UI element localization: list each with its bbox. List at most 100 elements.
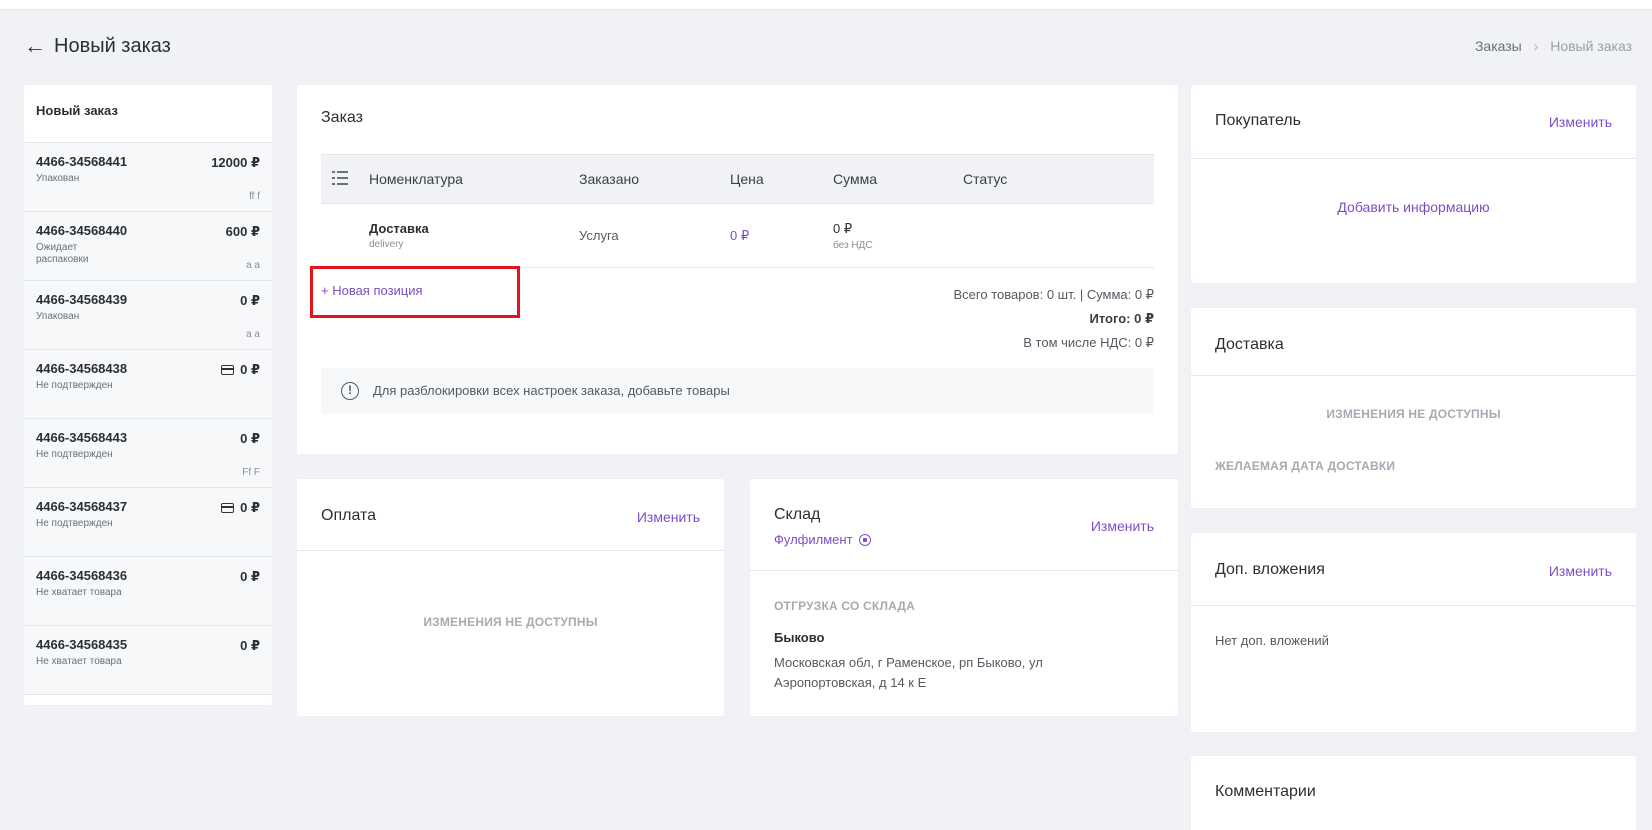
payment-title: Оплата (321, 507, 377, 524)
order-amount: 600 ₽ (226, 224, 260, 240)
order-tag: a a (246, 260, 260, 271)
delivery-unavailable: ИЗМЕНЕНИЯ НЕ ДОСТУПНЫ (1326, 407, 1501, 421)
column-header-nomenclature: Номенклатура (369, 171, 463, 187)
orders-list: 4466-34568441 12000 ₽ Упакован ff f 4466-345… (24, 143, 272, 695)
item-sum-note: без НДС (833, 240, 873, 251)
list-item[interactable]: 4466-34568441 12000 ₽ Упакован ff f (24, 143, 272, 212)
notice-text: Для разблокировки всех настроек заказа, … (373, 383, 730, 398)
item-name: Доставка (369, 221, 429, 236)
payment-change-button[interactable]: Изменить (637, 509, 700, 525)
list-item[interactable]: 4466-34568440 600 ₽ Ожидает распаковки a a (24, 212, 272, 281)
highlight-box (310, 266, 520, 318)
order-totals: Всего товаров: 0 шт. | Сумма: 0 ₽ Итого:… (954, 283, 1155, 355)
order-title: Заказ (321, 109, 363, 126)
order-amount-value: 0 ₽ (240, 431, 260, 446)
warehouse-address: Московская обл, г Раменское, рп Быково, … (774, 655, 1043, 690)
order-status: Не подтвержден (36, 380, 113, 391)
orders-sidebar: Новый заказ 4466-34568441 12000 ₽ Упакован… (24, 85, 272, 705)
attachments-change-button[interactable]: Изменить (1549, 563, 1612, 579)
order-amount: 0 ₽ (240, 431, 260, 447)
back-arrow-icon[interactable]: ← (24, 34, 46, 58)
order-number: 4466-34568438 (36, 361, 128, 376)
order-amount-value: 0 ₽ (240, 569, 260, 584)
buyer-title: Покупатель (1215, 112, 1301, 129)
credit-card-icon (221, 365, 235, 375)
order-amount-value: 0 ₽ (240, 362, 260, 377)
delivery-card: Доставка ИЗМЕНЕНИЯ НЕ ДОСТУПНЫ ЖЕЛАЕМАЯ … (1191, 308, 1636, 508)
order-amount-value: 0 ₽ (240, 638, 260, 653)
warehouse-type-label: Фулфилмент (774, 532, 853, 547)
totals-vat: В том числе НДС: 0 ₽ (1023, 335, 1154, 350)
order-status: Не хватает товара (36, 656, 122, 667)
list-item[interactable]: 4466-34568436 0 ₽ Не хватает товара (24, 557, 272, 626)
attachments-empty: Нет доп. вложений (1215, 633, 1329, 648)
sidebar-title: Новый заказ (24, 85, 272, 143)
stop-circle-icon (858, 534, 871, 546)
item-ordered: Услуга (579, 228, 619, 243)
order-table-header: Номенклатура Заказано Цена Сумма Статус (321, 154, 1154, 204)
item-code: delivery (369, 239, 404, 250)
order-tag: Ff F (242, 467, 260, 478)
order-status: Не подтвержден (36, 449, 113, 460)
add-info-link[interactable]: Добавить информацию (1191, 199, 1636, 215)
info-icon: ! (341, 382, 359, 400)
table-row: Доставка delivery Услуга 0 ₽ 0 ₽ без НДС (321, 204, 1154, 268)
warehouse-title: Склад (774, 506, 821, 523)
totals-grand: Итого: 0 ₽ (1089, 311, 1155, 326)
warehouse-change-button[interactable]: Изменить (1091, 518, 1154, 534)
comments-card: Комментарии (1191, 756, 1636, 830)
order-number: 4466-34568440 (36, 223, 128, 238)
item-price[interactable]: 0 ₽ (730, 228, 749, 244)
list-item[interactable]: 4466-34568443 0 ₽ Не подтвержден Ff F (24, 419, 272, 488)
breadcrumb-chevron-icon: › (1533, 38, 1539, 54)
totals-items-sum: Всего товаров: 0 шт. | Сумма: 0 ₽ (953, 287, 1155, 302)
order-status: Ожидает распаковки (36, 242, 89, 265)
list-item[interactable]: 4466-34568438 0 ₽ Не подтвержден (24, 350, 272, 419)
order-amount: 0 ₽ (221, 500, 260, 516)
order-amount: 0 ₽ (240, 293, 260, 309)
column-header-status: Статус (963, 171, 1008, 187)
comments-title: Комментарии (1215, 783, 1316, 800)
breadcrumb-link-orders[interactable]: Заказы (1475, 38, 1522, 54)
order-number: 4466-34568441 (36, 154, 128, 169)
buyer-header: Покупатель Изменить (1191, 85, 1636, 159)
buyer-card: Покупатель Изменить Добавить информацию (1191, 85, 1636, 283)
order-number: 4466-34568443 (36, 430, 128, 445)
breadcrumb-current: Новый заказ (1550, 38, 1632, 54)
desired-date-label: ЖЕЛАЕМАЯ ДАТА ДОСТАВКИ (1215, 459, 1396, 473)
payment-header: Оплата Изменить (297, 479, 724, 551)
order-tag: ff f (249, 191, 260, 202)
order-status: Не хватает товара (36, 587, 122, 598)
item-sum: 0 ₽ (833, 221, 853, 236)
column-header-price: Цена (730, 171, 764, 187)
delivery-title: Доставка (1215, 336, 1284, 353)
list-item[interactable]: 4466-34568439 0 ₽ Упакован a a (24, 281, 272, 350)
breadcrumb: Заказы › Новый заказ (1475, 38, 1632, 54)
list-icon[interactable] (332, 171, 348, 185)
warehouse-card: Склад Фулфилмент Изменить ОТГРУЗКА СО СК… (750, 479, 1178, 716)
warehouse-name: Быково (774, 630, 825, 645)
credit-card-icon (221, 503, 235, 513)
attachments-title: Доп. вложения (1215, 561, 1325, 578)
list-item[interactable]: 4466-34568437 0 ₽ Не подтвержден (24, 488, 272, 557)
column-header-sum: Сумма (833, 171, 877, 187)
buyer-change-button[interactable]: Изменить (1549, 114, 1612, 130)
order-amount-value: 600 ₽ (225, 224, 260, 239)
attachments-card: Доп. вложения Изменить Нет доп. вложений (1191, 533, 1636, 732)
page-header: ← Новый заказ Заказы › Новый заказ (24, 34, 1632, 62)
delivery-header: Доставка (1191, 308, 1636, 376)
order-status: Упакован (36, 173, 80, 184)
unlock-notice: ! Для разблокировки всех настроек заказа… (321, 368, 1154, 414)
list-item[interactable]: 4466-34568435 0 ₽ Не хватает товара (24, 626, 272, 695)
top-bar (0, 0, 1652, 10)
shipment-section-label: ОТГРУЗКА СО СКЛАДА (774, 599, 915, 613)
order-number: 4466-34568439 (36, 292, 128, 307)
order-amount: 0 ₽ (221, 362, 260, 378)
order-tag: a a (246, 329, 260, 340)
order-number: 4466-34568435 (36, 637, 128, 652)
order-card: Заказ Номенклатура Заказано Цена Сумма С… (297, 85, 1178, 454)
warehouse-type[interactable]: Фулфилмент (774, 532, 871, 547)
order-amount: 0 ₽ (240, 569, 260, 585)
page-title: Новый заказ (54, 35, 171, 57)
payment-unavailable: ИЗМЕНЕНИЯ НЕ ДОСТУПНЫ (423, 615, 598, 629)
